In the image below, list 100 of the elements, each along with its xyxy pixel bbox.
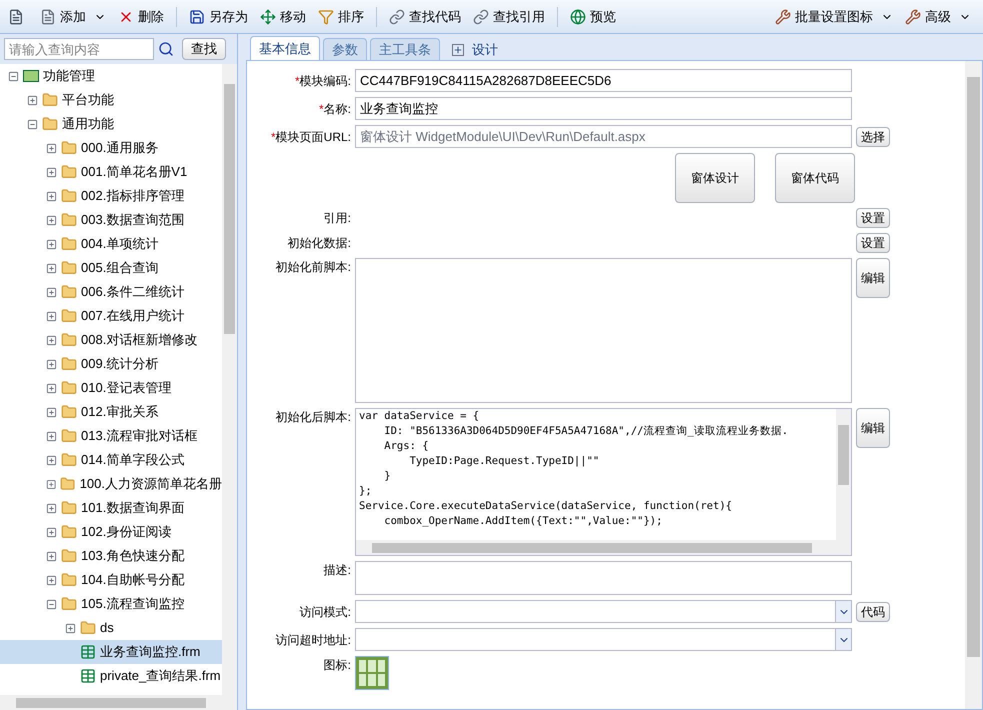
tree-item[interactable]: 005.组合查询 [0, 256, 222, 280]
expand-icon[interactable] [46, 142, 57, 154]
toolbar-button[interactable]: 删除 [114, 6, 168, 26]
folder-icon [61, 380, 77, 396]
settings-button[interactable]: 设置 [856, 233, 890, 253]
script-area[interactable] [355, 408, 852, 556]
tree-item[interactable]: 006.条件二维统计 [0, 280, 222, 304]
folder-icon [42, 116, 58, 132]
tree-item[interactable]: 业务查询监控.frm [0, 640, 222, 664]
expand-icon[interactable] [46, 238, 57, 250]
settings-button[interactable]: 设置 [856, 208, 890, 228]
search-button[interactable]: 查找 [182, 38, 226, 60]
tree-item[interactable]: 101.数据查询界面 [0, 496, 222, 520]
edit-button[interactable]: 编辑 [856, 408, 890, 448]
folder-icon [61, 308, 77, 324]
expand-icon[interactable] [46, 574, 57, 586]
design-button[interactable]: 窗体代码 [775, 153, 855, 203]
tab[interactable]: 设计 [443, 38, 507, 60]
toolbar-button[interactable]: 移动 [256, 6, 310, 26]
collapse-icon[interactable] [46, 598, 57, 610]
tree-item[interactable]: ds [0, 616, 222, 640]
expand-icon[interactable] [46, 214, 57, 226]
tab[interactable]: 主工具条 [370, 38, 440, 60]
tree-item[interactable]: 008.对话框新增修改 [0, 328, 222, 352]
tree-item[interactable]: 104.自助帐号分配 [0, 568, 222, 592]
tree-item[interactable]: 013.流程审批对话框 [0, 424, 222, 448]
toolbar-button[interactable]: 批量设置图标 [771, 6, 897, 26]
expand-icon[interactable] [46, 454, 57, 466]
tree-item[interactable]: 平台功能 [0, 88, 222, 112]
tree-item[interactable]: 004.单项统计 [0, 232, 222, 256]
expand-icon[interactable] [46, 382, 57, 394]
expand-icon[interactable] [46, 286, 57, 298]
toolbar-button[interactable]: 另存为 [185, 6, 252, 26]
expand-icon[interactable] [46, 502, 57, 514]
collapse-icon[interactable] [8, 70, 19, 82]
tree-label: 006.条件二维统计 [81, 283, 184, 302]
search-field[interactable]: 请输入查询内容 [4, 38, 154, 60]
expand-icon[interactable] [46, 430, 57, 442]
scrollbar[interactable] [965, 61, 982, 709]
folder-icon [61, 164, 77, 180]
tree-item[interactable]: 012.审批关系 [0, 400, 222, 424]
field-label: 模块页面URL: [276, 130, 351, 144]
tab[interactable]: 参数 [323, 38, 367, 60]
expand-icon[interactable] [46, 478, 56, 490]
expand-icon[interactable] [46, 166, 57, 178]
tree-item[interactable]: 102.身份证阅读 [0, 520, 222, 544]
toolbar-button[interactable]: 排序 [314, 6, 368, 26]
toolbar-button[interactable]: 预览 [566, 6, 620, 26]
tree-label: 008.对话框新增修改 [81, 331, 198, 350]
code-button[interactable]: 代码 [856, 602, 890, 622]
tree-item[interactable]: 014.简单字段公式 [0, 448, 222, 472]
expand-icon[interactable] [46, 262, 57, 274]
tree-item[interactable]: 105.流程查询监控 [0, 592, 222, 616]
toolbar-button[interactable]: 添加 [36, 6, 110, 26]
expand-icon[interactable] [46, 358, 57, 370]
tree-item[interactable]: 001.简单花名册V1 [0, 160, 222, 184]
tree-item[interactable]: 103.角色快速分配 [0, 544, 222, 568]
tree-label: 005.组合查询 [81, 259, 158, 278]
expand-icon[interactable] [46, 310, 57, 322]
tab[interactable]: 基本信息 [250, 36, 320, 60]
tree-item[interactable]: 009.统计分析 [0, 352, 222, 376]
toolbar-button[interactable]: 查找代码 [385, 6, 465, 26]
tree-item[interactable]: 010.登记表管理 [0, 376, 222, 400]
expand-icon[interactable] [46, 406, 57, 418]
expand-icon[interactable] [46, 526, 57, 538]
toolbar-button[interactable]: 高级 [901, 6, 975, 26]
tree-item[interactable]: 100.人力资源简单花名册 [0, 472, 222, 496]
tree-item[interactable]: 002.指标排序管理 [0, 184, 222, 208]
expand-icon[interactable] [46, 190, 57, 202]
expand-icon[interactable] [27, 94, 38, 106]
tree-item[interactable]: 007.在线用户统计 [0, 304, 222, 328]
module-icon-preview[interactable] [355, 656, 389, 690]
tree-item[interactable]: private_查询结果.frm [0, 664, 222, 688]
text-field[interactable]: 业务查询监控 [355, 97, 852, 120]
scrollbar[interactable] [222, 64, 237, 695]
field-label: 名称: [324, 102, 351, 116]
dropdown-field[interactable] [355, 628, 852, 651]
tree-item[interactable]: 通用功能 [0, 112, 222, 136]
scrollbar[interactable] [836, 409, 851, 540]
tree-item[interactable]: 功能管理 [0, 64, 222, 88]
collapse-icon[interactable] [27, 118, 38, 130]
add-page-icon[interactable] [8, 8, 24, 24]
tree-item[interactable]: 000.通用服务 [0, 136, 222, 160]
expand-icon[interactable] [46, 334, 57, 346]
text-field[interactable]: CC447BF919C84115A282687D8EEEC5D6 [355, 69, 852, 92]
toolbar-button[interactable]: 查找引用 [469, 6, 549, 26]
scrollbar[interactable] [0, 695, 237, 710]
dropdown-field[interactable] [355, 600, 852, 623]
scrollbar[interactable] [356, 540, 851, 555]
field-label: 图标: [324, 658, 351, 672]
design-button[interactable]: 窗体设计 [675, 153, 755, 203]
expand-icon[interactable] [65, 622, 76, 634]
tree-item[interactable]: 003.数据查询范围 [0, 208, 222, 232]
expand-icon[interactable] [46, 550, 57, 562]
search-icon[interactable] [158, 41, 174, 57]
tree-label: 100.人力资源简单花名册 [80, 475, 222, 494]
description-field[interactable] [355, 561, 852, 595]
folder-icon [61, 524, 77, 540]
edit-button[interactable]: 编辑 [856, 258, 890, 298]
folder-icon [61, 332, 77, 348]
